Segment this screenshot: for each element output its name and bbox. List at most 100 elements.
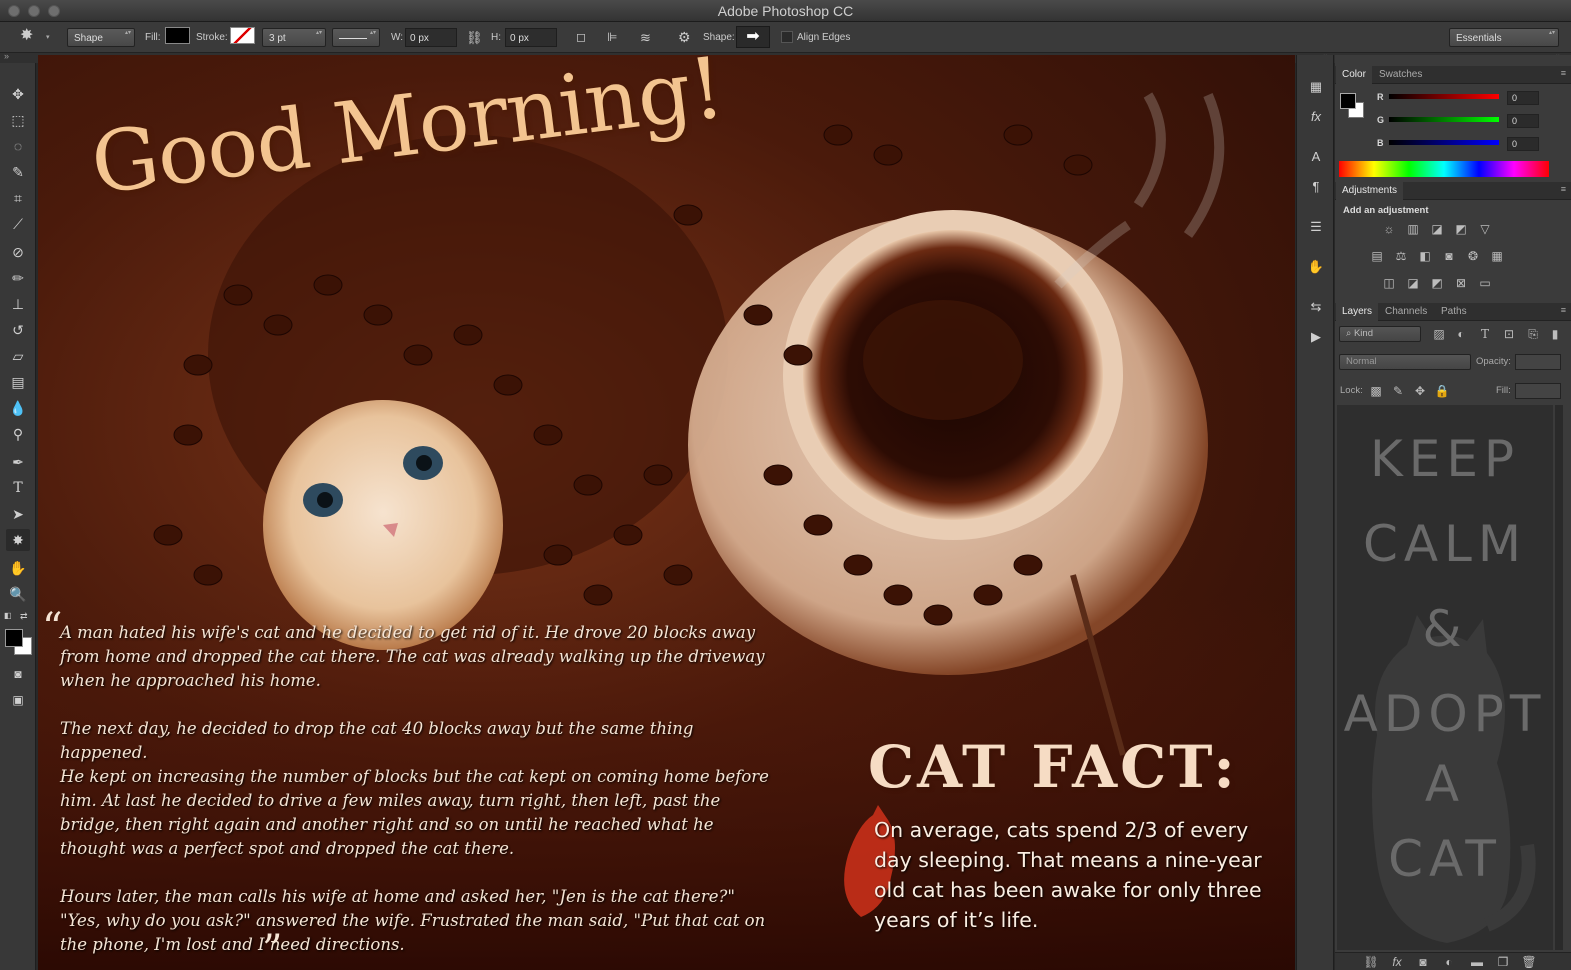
tab-layers[interactable]: Layers xyxy=(1336,303,1379,321)
clone-source-panel-icon[interactable]: ⇆ xyxy=(1305,297,1327,317)
minimize-window-button[interactable] xyxy=(28,5,40,17)
color-spectrum-ramp[interactable] xyxy=(1339,161,1549,177)
panel-foreground-swatch[interactable] xyxy=(1340,93,1356,109)
green-slider[interactable] xyxy=(1389,117,1499,122)
filter-pixel-icon[interactable]: ▨ xyxy=(1431,327,1447,341)
path-arrangement-icon[interactable]: ≋ xyxy=(640,28,651,47)
history-panel-icon[interactable]: ▦ xyxy=(1305,77,1327,97)
filter-smart-object-icon[interactable]: ⎘ xyxy=(1525,327,1541,341)
tab-swatches[interactable]: Swatches xyxy=(1373,66,1428,84)
vibrance-icon[interactable]: ▽ xyxy=(1477,222,1493,236)
fill-opacity-field[interactable] xyxy=(1515,383,1561,399)
blend-mode-dropdown[interactable]: Normal xyxy=(1339,354,1471,370)
gradient-map-icon[interactable]: ▭ xyxy=(1477,276,1493,290)
tab-color[interactable]: Color xyxy=(1336,66,1372,84)
blue-value-field[interactable]: 0 xyxy=(1507,137,1539,151)
character-panel-icon[interactable]: A xyxy=(1305,147,1327,167)
stroke-type-dropdown[interactable] xyxy=(332,28,380,47)
filter-toggle-icon[interactable]: ▮ xyxy=(1547,327,1563,341)
tool-preset-chevron-icon[interactable]: ▾ xyxy=(46,28,50,47)
link-icon[interactable]: ⛓ xyxy=(466,28,483,47)
curves-icon[interactable]: ◪ xyxy=(1429,222,1445,236)
styles-panel-icon[interactable]: fx xyxy=(1305,107,1327,127)
clone-stamp-tool-icon[interactable]: ⊥ xyxy=(6,293,30,315)
delete-layer-icon[interactable]: 🗑 xyxy=(1521,955,1537,969)
levels-icon[interactable]: ▥ xyxy=(1405,222,1421,236)
zoom-window-button[interactable] xyxy=(48,5,60,17)
width-field[interactable]: 0 px xyxy=(405,28,457,47)
type-tool-icon[interactable]: T xyxy=(6,477,30,499)
color-lookup-icon[interactable]: ▦ xyxy=(1489,249,1505,263)
red-slider[interactable] xyxy=(1389,94,1499,99)
adjustments-panel-menu-icon[interactable]: ≡ xyxy=(1561,184,1566,194)
exposure-icon[interactable]: ◩ xyxy=(1453,222,1469,236)
lasso-tool-icon[interactable]: ◌ xyxy=(6,135,30,157)
gradient-tool-icon[interactable]: ▤ xyxy=(6,371,30,393)
dodge-tool-icon[interactable]: ⚲ xyxy=(6,423,30,445)
zoom-tool-icon[interactable]: 🔍 xyxy=(6,583,30,605)
blue-slider[interactable] xyxy=(1389,140,1499,145)
eyedropper-tool-icon[interactable]: ⟋ xyxy=(6,213,30,235)
black-white-icon[interactable]: ◧ xyxy=(1417,249,1433,263)
properties-panel-icon[interactable]: ☰ xyxy=(1305,217,1327,237)
hue-saturation-icon[interactable]: ▤ xyxy=(1369,249,1385,263)
quick-mask-icon[interactable]: ◙ xyxy=(6,663,30,685)
align-edges-checkbox[interactable] xyxy=(781,31,793,43)
selective-color-icon[interactable]: ⊠ xyxy=(1453,276,1469,290)
hand-tool-icon[interactable]: ✋ xyxy=(6,557,30,579)
link-layers-icon[interactable]: ⛓ xyxy=(1363,955,1379,969)
brightness-contrast-icon[interactable]: ☼ xyxy=(1381,222,1397,236)
tab-channels[interactable]: Channels xyxy=(1379,303,1433,321)
filter-type-icon[interactable]: T xyxy=(1477,327,1493,341)
tab-paths[interactable]: Paths xyxy=(1435,303,1473,321)
filter-adjustment-icon[interactable]: ◐ xyxy=(1453,327,1469,341)
paragraph-panel-icon[interactable]: ¶ xyxy=(1305,177,1327,197)
new-layer-icon[interactable]: ❐ xyxy=(1495,955,1511,969)
document-canvas[interactable]: Good Morning! “ A man hated his wife's c… xyxy=(38,55,1295,970)
gear-icon[interactable]: ⚙ xyxy=(678,28,691,47)
history-brush-tool-icon[interactable]: ↺ xyxy=(6,319,30,341)
healing-brush-tool-icon[interactable]: ⊘ xyxy=(6,241,30,263)
crop-tool-icon[interactable]: ⌗ xyxy=(6,187,30,209)
invert-icon[interactable]: ◫ xyxy=(1381,276,1397,290)
shape-mode-dropdown[interactable]: Shape xyxy=(67,28,135,47)
photo-filter-icon[interactable]: ◙ xyxy=(1441,249,1457,263)
blur-tool-icon[interactable]: 💧 xyxy=(6,397,30,419)
red-value-field[interactable]: 0 xyxy=(1507,91,1539,105)
default-colors-icon[interactable]: ◧ xyxy=(4,611,12,620)
add-mask-icon[interactable]: ◙ xyxy=(1415,955,1431,969)
filter-shape-icon[interactable]: ⊡ xyxy=(1501,327,1517,341)
threshold-icon[interactable]: ◩ xyxy=(1429,276,1445,290)
lock-transparent-pixels-icon[interactable]: ▩ xyxy=(1368,384,1384,398)
opacity-field[interactable] xyxy=(1515,354,1561,370)
marquee-tool-icon[interactable]: ⬚ xyxy=(6,109,30,131)
screen-mode-icon[interactable]: ▣ xyxy=(6,689,30,711)
pen-tool-icon[interactable]: ✒ xyxy=(6,451,30,473)
height-field[interactable]: 0 px xyxy=(505,28,557,47)
custom-shape-tool-preset-icon[interactable]: ✸ xyxy=(20,26,33,45)
expand-toolbar-icon[interactable]: » xyxy=(4,51,9,61)
move-tool-icon[interactable]: ✥ xyxy=(6,83,30,105)
brush-tool-icon[interactable]: ✏ xyxy=(6,267,30,289)
fill-swatch[interactable] xyxy=(165,27,190,46)
tab-adjustments[interactable]: Adjustments xyxy=(1336,182,1404,200)
stroke-width-field[interactable]: 3 pt xyxy=(262,28,326,47)
lock-image-pixels-icon[interactable]: ✎ xyxy=(1390,384,1406,398)
tool-presets-panel-icon[interactable]: ✋ xyxy=(1305,257,1327,277)
stroke-swatch[interactable] xyxy=(230,27,255,46)
workspace-dropdown[interactable]: Essentials xyxy=(1449,28,1559,47)
path-selection-tool-icon[interactable]: ➤ xyxy=(6,503,30,525)
shape-picker[interactable]: ➡ xyxy=(736,26,770,48)
color-panel-menu-icon[interactable]: ≡ xyxy=(1561,68,1566,78)
custom-shape-tool-icon[interactable]: ✸ xyxy=(6,529,30,551)
foreground-color-swatch[interactable] xyxy=(5,629,23,647)
lock-position-icon[interactable]: ✥ xyxy=(1412,384,1428,398)
layers-list[interactable]: KEEP CALM & ADOPT A CAT xyxy=(1337,405,1553,950)
layers-scrollbar[interactable] xyxy=(1555,405,1563,950)
eraser-tool-icon[interactable]: ▱ xyxy=(6,345,30,367)
actions-play-icon[interactable]: ▶ xyxy=(1305,327,1327,347)
channel-mixer-icon[interactable]: ❂ xyxy=(1465,249,1481,263)
swap-colors-icon[interactable]: ⇄ xyxy=(20,611,28,622)
quick-selection-tool-icon[interactable]: ✎ xyxy=(6,161,30,183)
new-adjustment-layer-icon[interactable]: ◐ xyxy=(1441,955,1457,969)
